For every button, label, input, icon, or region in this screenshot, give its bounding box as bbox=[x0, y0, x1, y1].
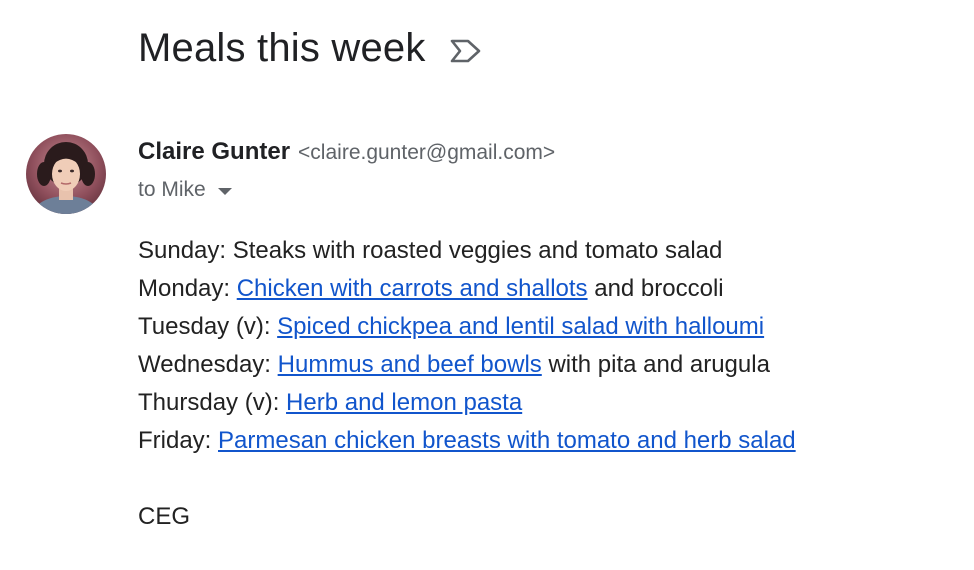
meal-text: with pita and arugula bbox=[541, 351, 770, 378]
sender-email: <claire.gunter@gmail.com> bbox=[298, 141, 556, 164]
recipe-link-tuesday[interactable]: Spiced chickpea and lentil salad with ha… bbox=[277, 313, 764, 340]
sender-block: Claire Gunter <claire.gunter@gmail.com> … bbox=[138, 138, 555, 202]
email-subject: Meals this week bbox=[138, 26, 426, 70]
label-arrow-icon[interactable] bbox=[448, 37, 484, 65]
meal-line-tuesday: Tuesday (v): Spiced chickpea and lentil … bbox=[138, 308, 796, 346]
meal-day-label: Sunday: bbox=[138, 237, 233, 264]
recipe-link-wednesday[interactable]: Hummus and beef bowls bbox=[278, 351, 542, 378]
subject-row: Meals this week bbox=[138, 24, 484, 72]
meal-line-friday: Friday: Parmesan chicken breasts with to… bbox=[138, 422, 796, 460]
meal-line-monday: Monday: Chicken with carrots and shallot… bbox=[138, 270, 796, 308]
sender-name[interactable]: Claire Gunter bbox=[138, 138, 290, 166]
chevron-down-icon[interactable] bbox=[217, 187, 232, 195]
email-view: Meals this week Claire Gunter <claire.gu… bbox=[0, 0, 974, 570]
recipe-link-friday[interactable]: Parmesan chicken breasts with tomato and… bbox=[218, 427, 796, 454]
meal-line-sunday: Sunday: Steaks with roasted veggies and … bbox=[138, 232, 796, 270]
recipient-line[interactable]: to Mike bbox=[138, 178, 555, 202]
meal-day-label: Tuesday (v): bbox=[138, 313, 278, 340]
meal-line-wednesday: Wednesday: Hummus and beef bowls with pi… bbox=[138, 346, 796, 384]
sender-line: Claire Gunter <claire.gunter@gmail.com> bbox=[138, 138, 555, 166]
meal-text: Steaks with roasted veggies and tomato s… bbox=[232, 237, 723, 264]
email-signature: CEG bbox=[138, 503, 191, 530]
meal-line-thursday: Thursday (v): Herb and lemon pasta bbox=[138, 384, 796, 422]
recipe-link-thursday[interactable]: Herb and lemon pasta bbox=[286, 389, 522, 416]
meal-text: and broccoli bbox=[587, 275, 724, 302]
recipe-link-monday[interactable]: Chicken with carrots and shallots bbox=[237, 275, 588, 302]
meal-day-label: Friday: bbox=[138, 427, 219, 454]
recipient-text: to Mike bbox=[138, 178, 206, 201]
meal-day-label: Wednesday: bbox=[138, 351, 278, 378]
email-body: Sunday: Steaks with roasted veggies and … bbox=[138, 232, 796, 536]
avatar-photo bbox=[26, 134, 106, 214]
meal-day-label: Monday: bbox=[138, 275, 237, 302]
avatar[interactable] bbox=[26, 134, 106, 214]
meal-day-label: Thursday (v): bbox=[138, 389, 287, 416]
